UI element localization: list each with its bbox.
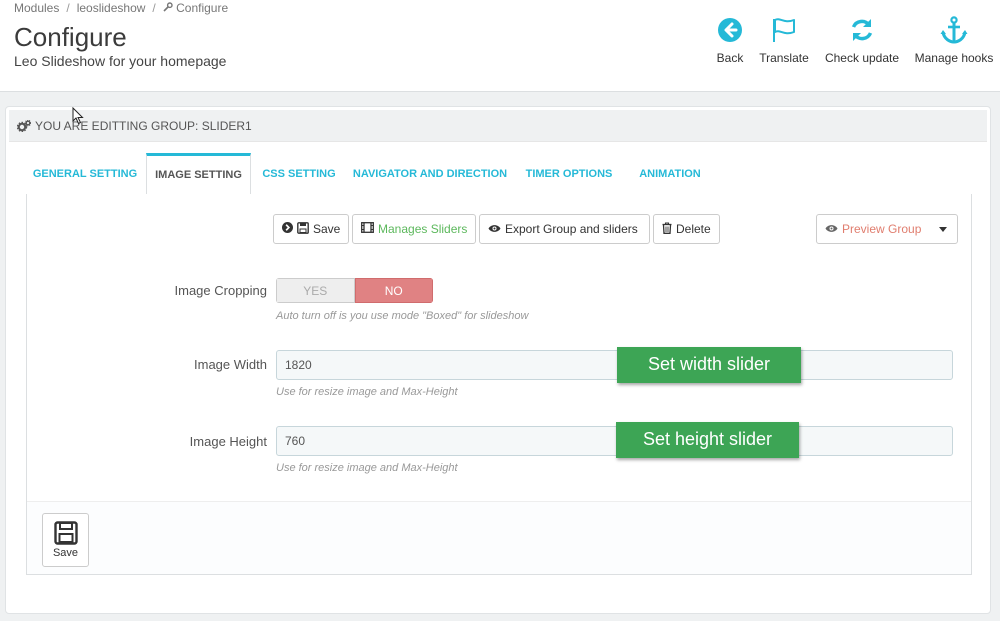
image-height-help: Use for resize image and Max-Height [276,462,458,474]
footer-save-label: Save [52,547,79,559]
caret-down-icon [939,227,947,232]
page-subtitle: Leo Slideshow for your homepage [14,53,227,69]
save-button-label: Save [313,222,341,236]
image-setting-content: Save Manages Sliders Export Group and sl… [26,194,972,575]
translate-button[interactable]: Translate [756,16,812,65]
check-update-button[interactable]: Check update [822,16,902,65]
check-update-label: Check update [824,51,900,65]
image-cropping-help: Auto turn off is you use mode "Boxed" fo… [276,310,529,322]
settings-tabs: GENERAL SETTING IMAGE SETTING CSS SETTIN… [26,153,972,197]
eye-icon [488,222,505,236]
flag-icon [756,16,812,44]
back-button[interactable]: Back [712,16,748,65]
image-cropping-yes-option[interactable]: YES [276,278,355,303]
floppy-icon [297,221,313,237]
tab-navigator-and-direction[interactable]: NAVIGATOR AND DIRECTION [350,153,510,195]
save-button[interactable]: Save [273,214,349,244]
delete-button[interactable]: Delete [653,214,720,244]
mouse-cursor-icon [72,106,84,130]
delete-label: Delete [676,222,711,236]
tab-timer-options[interactable]: TIMER OPTIONS [516,153,622,195]
manage-hooks-button[interactable]: Manage hooks [910,16,998,65]
tab-animation[interactable]: ANIMATION [628,153,712,195]
panel-heading: YOU ARE EDITTING GROUP: SLIDER1 [9,110,987,142]
edit-group-panel: YOU ARE EDITTING GROUP: SLIDER1 GENERAL … [5,106,991,614]
manage-hooks-label: Manage hooks [914,51,994,65]
image-width-help: Use for resize image and Max-Height [276,386,458,398]
preview-group-label: Preview Group [842,222,922,236]
translate-label: Translate [759,51,809,65]
image-cropping-no-option[interactable]: NO [354,278,433,303]
height-annotation: Set height slider [616,422,799,458]
page-title: Configure [14,22,127,52]
refresh-icon [822,16,902,44]
image-height-input[interactable]: 760 [276,426,953,456]
image-height-label: Image Height [189,434,267,449]
back-label: Back [716,51,744,65]
image-width-label: Image Width [194,357,267,372]
export-group-label: Export Group and sliders [505,222,638,236]
anchor-icon [910,16,998,44]
manage-sliders-button[interactable]: Manages Sliders [352,214,476,244]
breadcrumb-item-leoslideshow[interactable]: leoslideshow [77,1,146,15]
manage-sliders-label: Manages Sliders [378,222,468,236]
cogs-icon [17,119,31,132]
footer-save-button[interactable]: Save [42,513,89,567]
panel-footer: Save [27,501,971,574]
film-icon [361,222,378,236]
floppy-icon [43,521,88,545]
panel-heading-text: YOU ARE EDITTING GROUP: SLIDER1 [35,118,252,133]
arrow-circle-right-icon [282,222,297,236]
export-group-button[interactable]: Export Group and sliders [479,214,650,244]
image-width-input[interactable]: 1820 [276,350,953,380]
breadcrumb-item-configure: Configure [176,1,229,15]
arrow-left-circle-icon [712,16,748,44]
image-cropping-label: Image Cropping [174,283,268,298]
image-cropping-switch: YES NO [276,278,433,303]
wrench-icon [163,1,173,15]
width-annotation: Set width slider [617,347,801,383]
page-header: Modules / leoslideshow / Configure Configur… [0,0,1000,92]
eye-icon [825,222,842,236]
preview-group-dropdown[interactable]: Preview Group [816,214,958,244]
tab-css-setting[interactable]: CSS SETTING [254,153,344,195]
tab-image-setting[interactable]: IMAGE SETTING [146,153,251,197]
trash-icon [662,221,676,237]
breadcrumb: Modules / leoslideshow / Configure [14,1,229,15]
breadcrumb-item-modules[interactable]: Modules [14,1,59,15]
tab-general-setting[interactable]: GENERAL SETTING [26,153,144,195]
